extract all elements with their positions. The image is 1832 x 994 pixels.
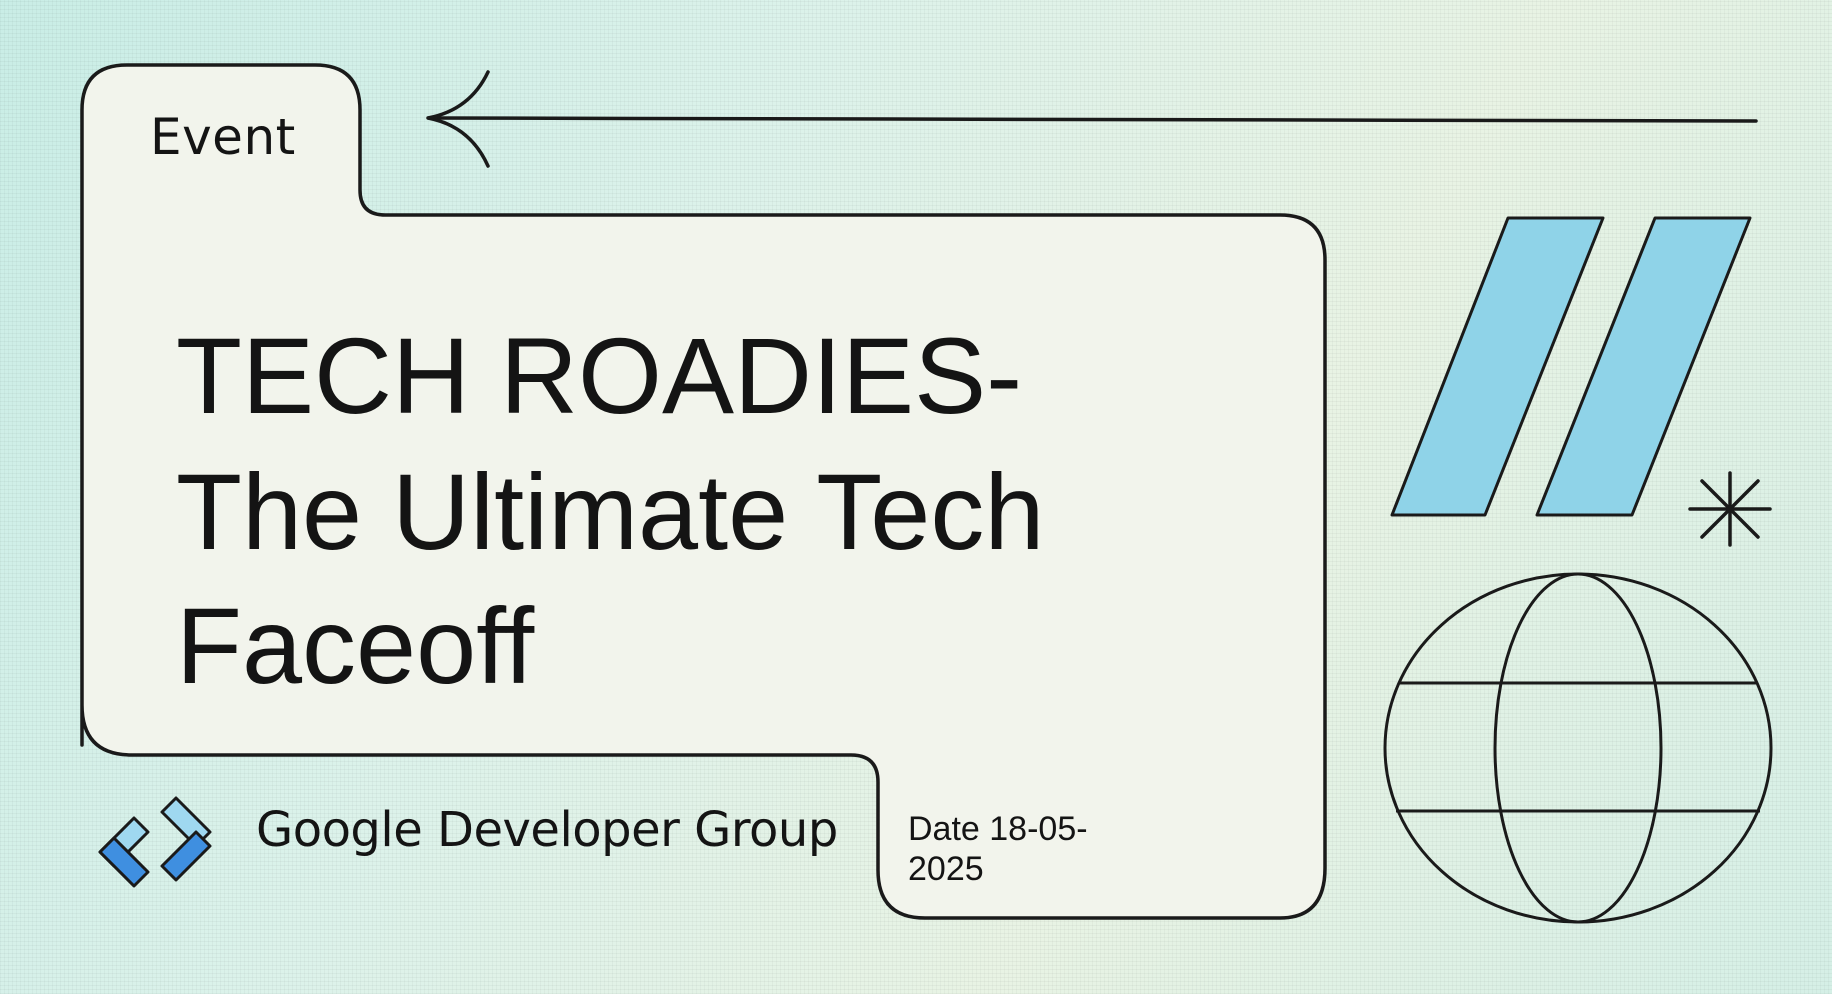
logo-chevron-right-dark — [160, 830, 212, 882]
slash-stripes-icon — [1390, 216, 1752, 517]
event-date-line-1: Date 18-05- — [908, 810, 1088, 848]
event-slide: Event TECH ROADIES- The Ultimate Tech Fa… — [0, 0, 1832, 994]
event-tag-label: Event — [150, 108, 296, 166]
event-title-line-1: TECH ROADIES- — [176, 315, 1023, 436]
asterisk-icon — [1688, 471, 1772, 547]
event-title-line-2: The Ultimate Tech — [176, 451, 1045, 572]
brand-name: Google Developer Group — [256, 802, 838, 858]
gdg-chevrons-logo-icon — [98, 796, 212, 888]
event-date-line-2: 2025 — [908, 850, 984, 888]
event-title-line-3: Faceoff — [176, 585, 535, 706]
back-arrow-icon — [426, 70, 1758, 168]
globe-icon — [1383, 572, 1773, 924]
